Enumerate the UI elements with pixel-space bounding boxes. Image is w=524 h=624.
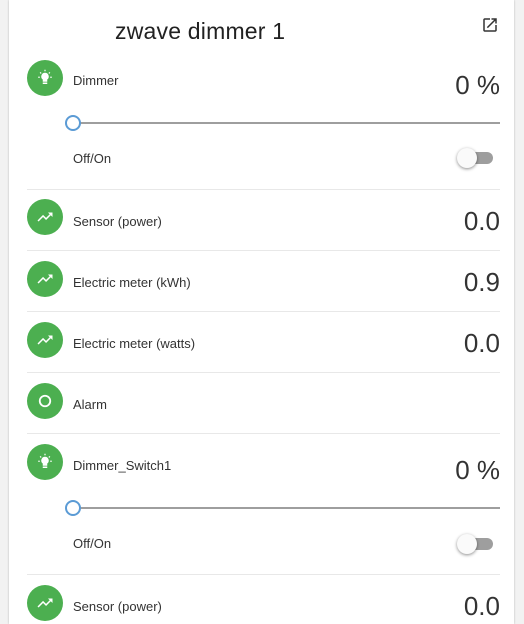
trending-up-icon[interactable] xyxy=(27,585,63,621)
divider xyxy=(27,574,500,575)
entities-card: zwave dimmer 1 Dimmer 0 % Off/On Sensor … xyxy=(9,0,514,624)
meter-watts-label[interactable]: Electric meter (watts) xyxy=(73,336,195,351)
trending-up-icon[interactable] xyxy=(27,261,63,297)
dimmer-switch1-toggle[interactable] xyxy=(457,534,493,554)
meter-kwh-value: 0.9 xyxy=(463,267,500,297)
slider-track xyxy=(73,122,500,124)
trending-up-icon[interactable] xyxy=(27,322,63,358)
slider-thumb[interactable] xyxy=(65,115,81,131)
dimmer-label[interactable]: Dimmer xyxy=(73,73,119,88)
toggle-knob xyxy=(457,148,477,168)
dimmer-brightness-slider[interactable] xyxy=(65,115,500,131)
dimmer-toggle-label: Off/On xyxy=(73,151,112,166)
lightbulb-icon[interactable] xyxy=(27,444,63,480)
divider xyxy=(27,372,500,373)
sensor-power-2-value: 0.0 xyxy=(463,591,500,621)
lightbulb-icon[interactable] xyxy=(27,60,63,96)
divider xyxy=(27,250,500,251)
slider-thumb[interactable] xyxy=(65,500,81,516)
sensor-power-2-label[interactable]: Sensor (power) xyxy=(73,599,162,614)
toggle-knob xyxy=(457,534,477,554)
sensor-power-label[interactable]: Sensor (power) xyxy=(73,214,162,229)
divider xyxy=(27,433,500,434)
meter-watts-value: 0.0 xyxy=(463,328,500,358)
slider-track xyxy=(73,507,500,509)
alarm-label[interactable]: Alarm xyxy=(73,397,107,412)
card-title: zwave dimmer 1 xyxy=(115,18,286,44)
sensor-power-value: 0.0 xyxy=(463,206,500,236)
trending-up-icon[interactable] xyxy=(27,199,63,235)
dimmer-toggle[interactable] xyxy=(457,148,493,168)
dimmer-switch1-brightness-slider[interactable] xyxy=(65,500,500,516)
meter-kwh-label[interactable]: Electric meter (kWh) xyxy=(73,275,191,290)
circle-outline-icon[interactable] xyxy=(27,383,63,419)
dimmer-switch1-value: 0 % xyxy=(455,455,500,485)
dimmer-switch1-label[interactable]: Dimmer_Switch1 xyxy=(73,458,171,473)
dimmer-switch1-toggle-label: Off/On xyxy=(73,536,112,551)
divider xyxy=(27,189,500,190)
dimmer-value: 0 % xyxy=(455,70,500,100)
open-in-new-icon[interactable] xyxy=(481,16,499,34)
divider xyxy=(27,311,500,312)
